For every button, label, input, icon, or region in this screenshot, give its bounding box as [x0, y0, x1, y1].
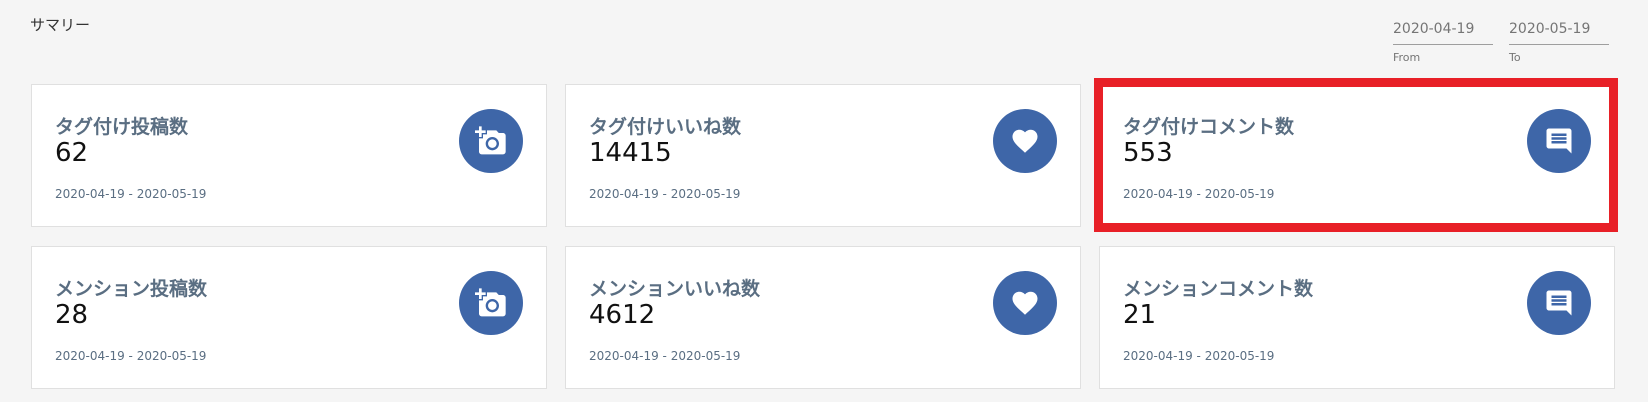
date-to-label: To [1509, 51, 1521, 64]
card-date-range: 2020-04-19 - 2020-05-19 [55, 187, 207, 201]
card-title: タグ付けいいね数 [589, 116, 742, 138]
card-title: メンションコメント数 [1123, 278, 1314, 300]
heart-icon [993, 271, 1057, 335]
card-mention-comments: メンションコメント数 21 2020-04-19 - 2020-05-19 [1099, 246, 1615, 389]
card-date-range: 2020-04-19 - 2020-05-19 [589, 187, 741, 201]
add-photo-icon [459, 109, 523, 173]
highlight-annotation-box [1094, 78, 1618, 232]
card-tagged-likes: タグ付けいいね数 14415 2020-04-19 - 2020-05-19 [565, 84, 1081, 227]
card-date-range: 2020-04-19 - 2020-05-19 [55, 349, 207, 363]
card-tagged-posts: タグ付け投稿数 62 2020-04-19 - 2020-05-19 [31, 84, 547, 227]
date-to-field[interactable]: 2020-05-19 To [1509, 20, 1609, 64]
summary-title: サマリー [30, 16, 91, 34]
date-to-input[interactable]: 2020-05-19 [1509, 20, 1609, 45]
card-value: 4612 [589, 300, 656, 330]
date-from-input[interactable]: 2020-04-19 [1393, 20, 1493, 45]
comment-icon [1527, 271, 1591, 335]
card-value: 62 [55, 138, 89, 168]
card-value: 14415 [589, 138, 672, 168]
card-mention-likes: メンションいいね数 4612 2020-04-19 - 2020-05-19 [565, 246, 1081, 389]
card-value: 21 [1123, 300, 1157, 330]
card-date-range: 2020-04-19 - 2020-05-19 [1123, 349, 1275, 363]
add-photo-icon [459, 271, 523, 335]
card-title: メンション投稿数 [55, 278, 208, 300]
card-title: メンションいいね数 [589, 278, 761, 300]
card-title: タグ付け投稿数 [55, 116, 189, 138]
card-value: 28 [55, 300, 89, 330]
card-date-range: 2020-04-19 - 2020-05-19 [589, 349, 741, 363]
date-from-field[interactable]: 2020-04-19 From [1393, 20, 1493, 64]
card-mention-posts: メンション投稿数 28 2020-04-19 - 2020-05-19 [31, 246, 547, 389]
heart-icon [993, 109, 1057, 173]
date-from-label: From [1393, 51, 1421, 64]
